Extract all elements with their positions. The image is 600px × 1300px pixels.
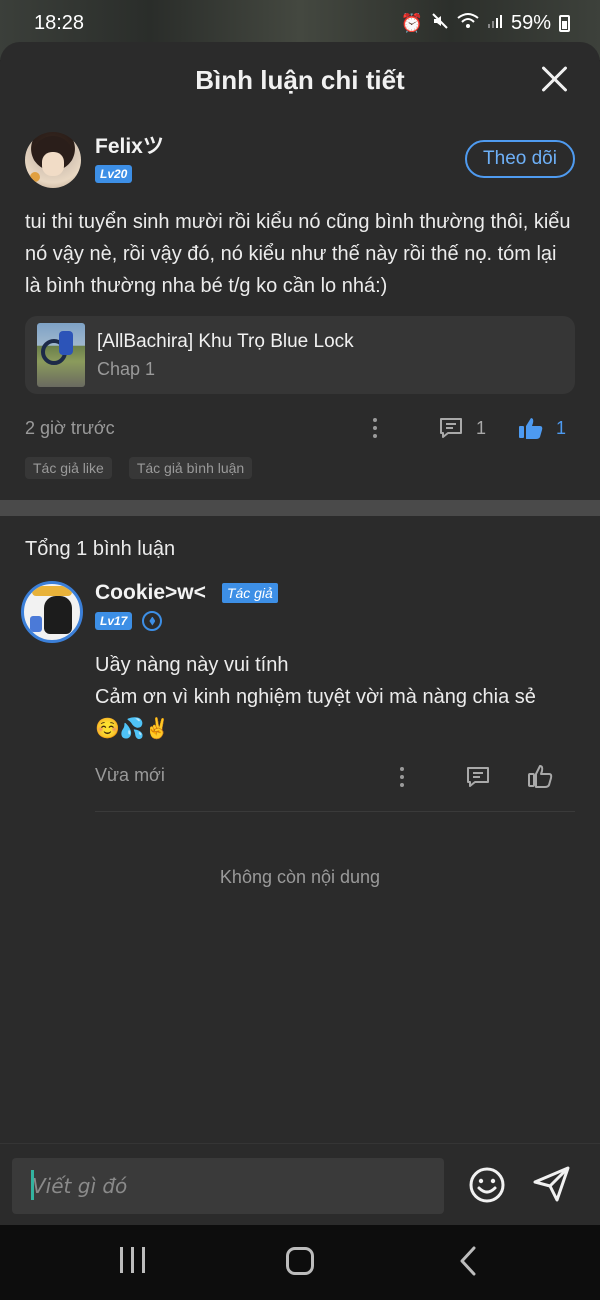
- status-bar: 18:28 ⏰ 59%: [0, 0, 600, 46]
- battery-icon: [559, 14, 570, 32]
- end-of-content-label: Không còn nội dung: [219, 867, 381, 887]
- signal-icon: [487, 13, 503, 34]
- sheet-title: Bình luận chi tiết: [195, 64, 405, 95]
- reply-meta-row: Vừa mới: [95, 765, 575, 789]
- reply-icon: [440, 418, 462, 438]
- recent-apps-icon[interactable]: [120, 1247, 145, 1273]
- chapter-card[interactable]: [AllBachira] Khu Trọ Blue Lock Chap 1: [25, 316, 575, 394]
- emoji-icon[interactable]: [469, 1167, 505, 1203]
- close-icon[interactable]: [540, 64, 570, 94]
- level-badge: Lv20: [95, 165, 133, 183]
- post-user-meta: Felixツ Lv20: [95, 132, 164, 183]
- follow-button[interactable]: Theo dõi: [465, 140, 575, 178]
- reply-time: Vừa mới: [95, 765, 165, 785]
- tag-author-comment: Tác giả bình luận: [128, 457, 253, 479]
- text-caret: [31, 1170, 34, 1200]
- home-icon[interactable]: [286, 1247, 314, 1275]
- reply-body: Cookie>w< Tác giả Lv17 Uầy nàng này vui …: [95, 581, 575, 812]
- avatar[interactable]: [25, 132, 81, 188]
- more-options-icon[interactable]: [373, 418, 377, 438]
- alarm-icon: ⏰: [400, 12, 423, 33]
- main-comment: Felixツ Lv20 Theo dõi tui thi tuyển sinh …: [0, 118, 600, 500]
- comment-input-bar: [0, 1143, 600, 1225]
- more-options-icon[interactable]: [400, 767, 404, 787]
- back-icon[interactable]: [458, 1245, 478, 1277]
- send-icon[interactable]: [533, 1166, 571, 1202]
- sheet-header: Bình luận chi tiết: [0, 42, 600, 118]
- reply-username[interactable]: Cookie>w<: [95, 581, 206, 605]
- chapter-subtitle: Chap 1: [97, 359, 156, 379]
- status-time: 18:28: [34, 11, 85, 34]
- reply-line-1: Uầy nàng này vui tính: [95, 654, 289, 676]
- tag-author-like: Tác giả like: [25, 457, 112, 479]
- thumbs-up-icon: [519, 418, 543, 439]
- comment-detail-sheet: Bình luận chi tiết Felixツ Lv20 Theo dõi …: [0, 42, 600, 1225]
- post-tags: Tác giả like Tác giả bình luận: [25, 457, 575, 479]
- reply-count: 1: [476, 417, 487, 438]
- section-divider: [0, 500, 600, 516]
- total-replies-label: Tổng 1 bình luận: [25, 538, 176, 560]
- thumbs-up-icon[interactable]: [527, 763, 553, 789]
- chapter-title: [AllBachira] Khu Trọ Blue Lock: [97, 331, 354, 352]
- level-badge: Lv17: [95, 612, 133, 630]
- verified-shield-icon: [142, 611, 163, 631]
- reply-emojis: ☺️💦✌️: [95, 718, 170, 740]
- list-item: Cookie>w< Tác giả Lv17 Uầy nàng này vui …: [21, 581, 575, 812]
- reply-text: Uầy nàng này vui tính Cảm ơn vì kinh ngh…: [95, 649, 575, 745]
- comment-input[interactable]: [12, 1158, 444, 1214]
- mute-icon: [431, 12, 449, 35]
- chapter-thumbnail: [37, 323, 85, 387]
- avatar[interactable]: [21, 581, 83, 643]
- reply-name-row: Cookie>w< Tác giả: [95, 581, 575, 605]
- like-count: 1: [556, 417, 567, 438]
- reply-icon[interactable]: [465, 765, 491, 789]
- reply-line-2: Cảm ơn vì kinh nghiệm tuyệt vời mà nàng …: [95, 686, 536, 708]
- system-navigation-bar: [0, 1225, 600, 1300]
- battery-percent: 59%: [510, 11, 551, 34]
- status-icons: ⏰ 59%: [401, 12, 570, 35]
- reply-count-button[interactable]: 1: [438, 416, 486, 440]
- post-user-row: Felixツ Lv20 Theo dõi: [25, 132, 575, 188]
- post-text: tui thi tuyển sinh mười rồi kiểu nó cũng…: [25, 211, 571, 297]
- post-meta-row: 2 giờ trước 1 1: [25, 416, 575, 440]
- wifi-icon: [457, 12, 479, 35]
- reply-badges: Lv17: [95, 611, 575, 631]
- chapter-info: [AllBachira] Khu Trọ Blue Lock Chap 1: [97, 330, 354, 380]
- post-time: 2 giờ trước: [25, 417, 115, 438]
- like-button[interactable]: 1: [518, 416, 566, 440]
- replies-section: Tổng 1 bình luận Cookie>w< Tác giả Lv17 …: [0, 516, 600, 888]
- author-badge: Tác giả: [221, 583, 278, 603]
- post-username[interactable]: Felixツ: [95, 134, 164, 160]
- reply-separator: [95, 811, 575, 812]
